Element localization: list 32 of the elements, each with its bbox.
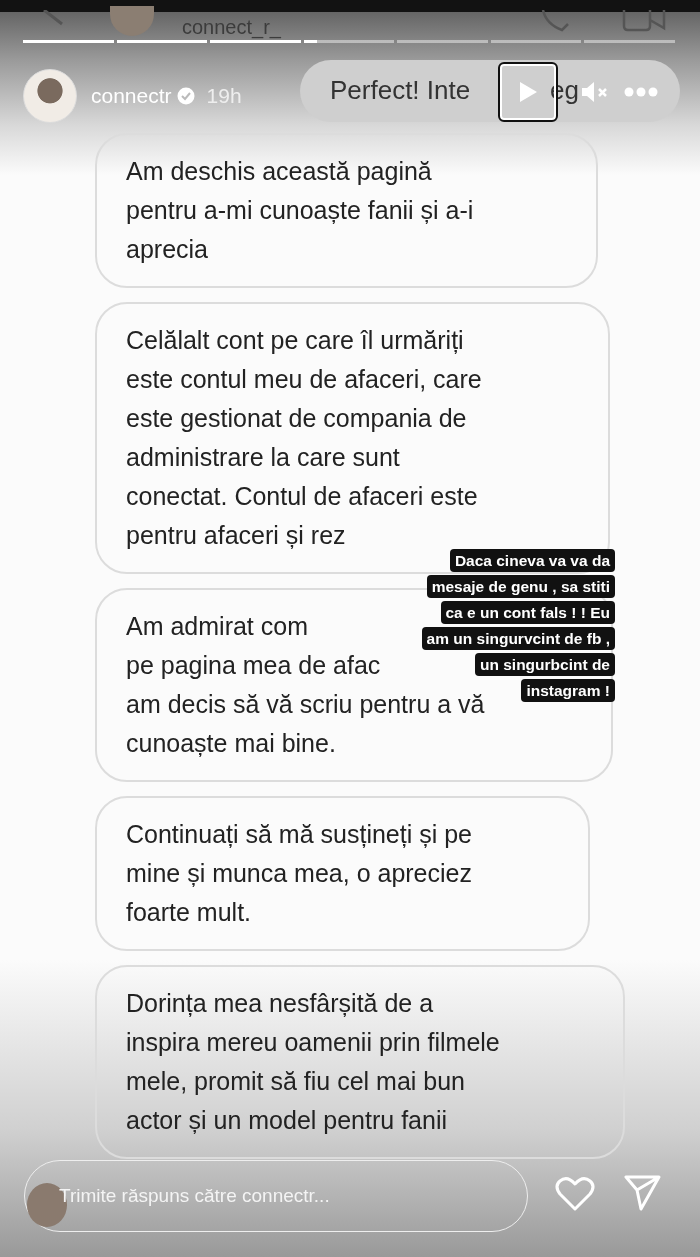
username[interactable]: connectr [91,84,172,108]
message-text-line: actor și un model pentru fanii [126,1105,447,1136]
video-camera-icon [622,10,668,32]
avatar-photo [110,6,154,36]
message-text-line: Am admirat com [126,611,308,642]
message-text-line: mine și munca mea, o apreciez [126,858,472,889]
heart-icon[interactable] [555,1176,595,1212]
message-text-line: conectat. Contul de afaceri este [126,481,478,512]
message-text-line: administrare la care sunt [126,442,400,473]
message-text-line: Continuați să mă susțineți și pe [126,819,472,850]
message-text-line: Dorința mea nesfârșită de a [126,988,434,1019]
message-text-line: pentru afaceri și rez [126,520,346,551]
more-options-icon[interactable] [624,87,658,97]
message-text-line: Am deschis această pagină [126,156,432,187]
profile-avatar[interactable] [23,69,77,123]
sound-off-icon[interactable] [580,79,610,105]
message-text-line: pentru a-mi cunoaște fanii și a-i [126,195,474,226]
chat-username: connect_r_ [182,16,281,38]
play-icon [517,80,539,104]
message-text: Perfect! Inte [330,75,471,106]
message-text-line: este contul meu de afaceri, care [126,364,482,395]
message-text-line: inspira mereu oamenii prin filmele [126,1027,500,1058]
post-time: 19h [206,84,242,108]
message-text-line: foarte mult. [126,897,252,928]
message-text-line: cunoaște mai bine. [126,728,336,759]
message-text-line: mele, promit să fiu cel mai bun [126,1066,466,1097]
message-text-line: Celălalt cont pe care îl urmăriți [126,325,464,356]
message-text-line: aprecia [126,234,208,265]
message-text-line: este gestionat de compania de [126,403,467,434]
send-icon[interactable] [624,1173,662,1211]
phone-icon [540,10,570,32]
message-text-line: pe pagina mea de afac [126,650,381,681]
